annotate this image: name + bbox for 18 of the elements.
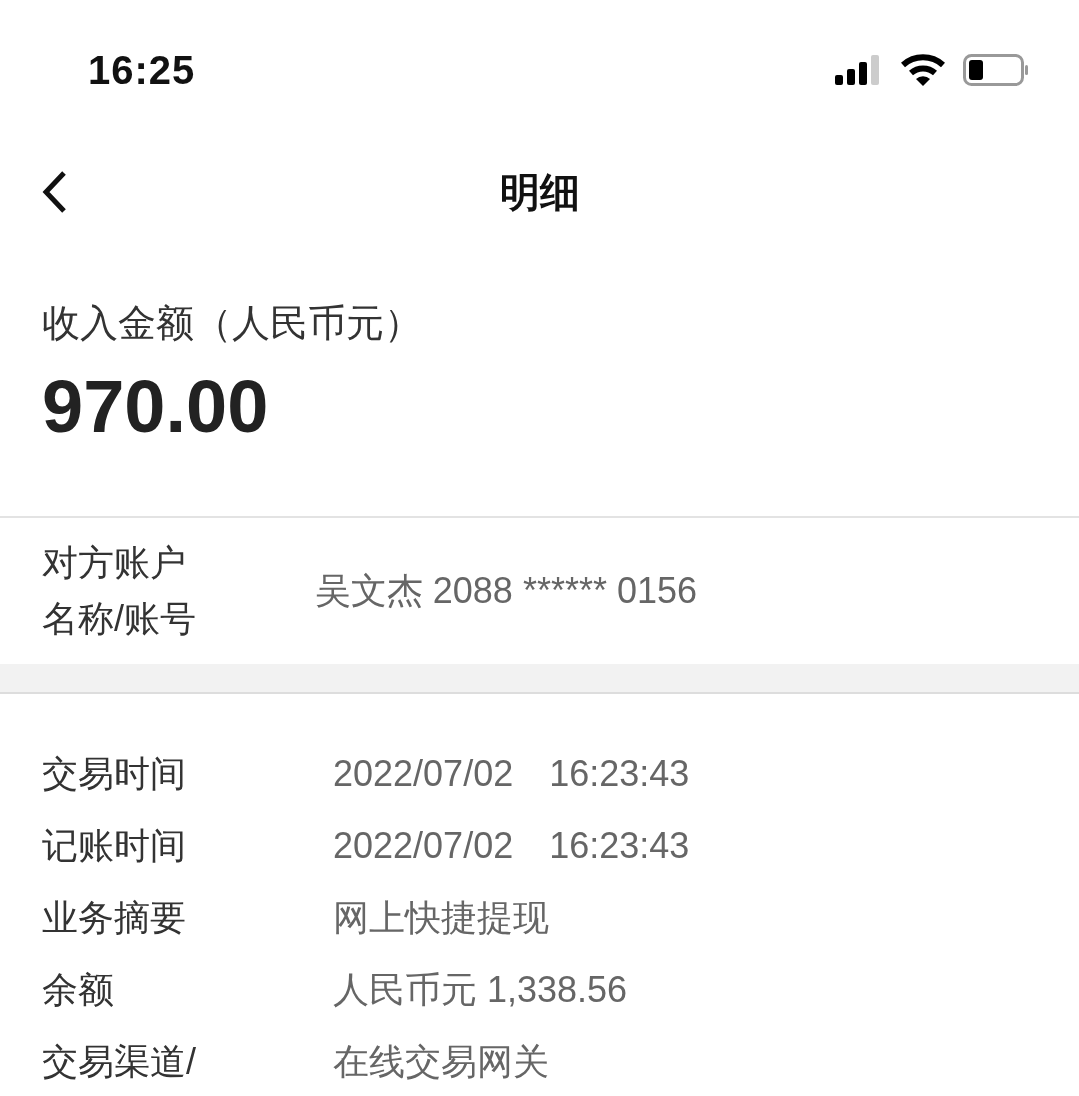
account-value: 吴文杰 2088 ****** 0156 xyxy=(314,568,698,613)
detail-value: 网上快捷提现 xyxy=(333,895,549,940)
detail-label: 业务摘要 xyxy=(42,895,187,940)
detail-value: 2022/07/02 16:23:43 xyxy=(333,823,690,868)
battery-icon xyxy=(963,54,1029,86)
amount-label: 收入金额（人民币元） xyxy=(42,301,423,346)
detail-label: 交易渠道/ xyxy=(42,1039,197,1084)
clock-time: 16:25 xyxy=(88,47,196,93)
detail-value: 人民币元 1,338.56 xyxy=(333,967,628,1012)
detail-label: 余额 xyxy=(42,967,115,1012)
page-title: 明细 xyxy=(499,168,580,216)
detail-label: 交易时间 xyxy=(42,751,187,796)
detail-value: 在线交易网关 xyxy=(333,1039,549,1084)
wifi-icon xyxy=(901,54,945,86)
detail-value: 2022/07/02 16:23:43 xyxy=(333,751,690,796)
detail-label: 记账时间 xyxy=(42,823,187,868)
account-label: 对方账户名称/账号 xyxy=(42,541,197,641)
amount-value: 970.00 xyxy=(42,364,270,450)
